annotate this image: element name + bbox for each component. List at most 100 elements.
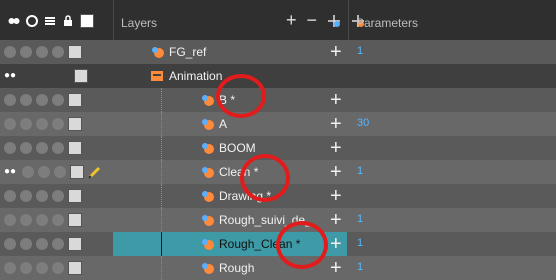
tree-line [161, 184, 162, 208]
drawing-layer-icon [202, 215, 214, 226]
layer-name-cell[interactable]: Drawing * [113, 184, 347, 208]
stack-icon[interactable] [36, 46, 48, 58]
stack-icon[interactable] [38, 166, 50, 178]
layer-name-cell[interactable]: Rough_suivi_de_ [113, 208, 347, 232]
layer-row[interactable]: B * + [0, 88, 556, 112]
add-function-icon[interactable]: + [330, 186, 342, 206]
animate-toggle-icon[interactable] [4, 262, 16, 274]
animate-toggle-icon[interactable] [4, 190, 16, 202]
layer-name-cell[interactable]: A [113, 112, 347, 136]
layer-controls [4, 213, 82, 227]
stack-icon[interactable] [36, 118, 48, 130]
stack-icon[interactable] [36, 94, 48, 106]
layer-name-cell[interactable]: Animation [113, 64, 347, 88]
visibility-toggle-icon[interactable] [20, 118, 32, 130]
layer-parameter: 1 [357, 261, 364, 273]
layer-controls: ●● [4, 165, 102, 179]
lock-icon[interactable] [52, 142, 64, 154]
animate-toggle-icon[interactable] [4, 94, 16, 106]
stack-icon[interactable] [36, 262, 48, 274]
animate-toggle-icon[interactable] [4, 142, 16, 154]
layer-row[interactable]: ●● Clean * + 1 [0, 160, 556, 184]
visibility-toggle-icon[interactable] [20, 46, 32, 58]
animate-toggle-icon[interactable] [4, 238, 16, 250]
animate-toggle-icon[interactable] [4, 118, 16, 130]
show-all-icon[interactable] [26, 15, 38, 27]
layer-name-cell[interactable]: Rough [113, 256, 347, 280]
add-function-icon[interactable]: + [330, 234, 342, 254]
add-peg-icon[interactable] [327, 14, 341, 28]
layer-color-swatch[interactable] [70, 165, 84, 179]
color-swatch-all[interactable] [80, 14, 94, 28]
layer-name: B * [219, 93, 236, 107]
add-function-icon[interactable]: + [330, 210, 342, 230]
stack-icon[interactable] [36, 190, 48, 202]
layer-color-swatch[interactable] [68, 189, 82, 203]
animate-toggle-icon[interactable]: ●● [4, 71, 18, 81]
layer-color-swatch[interactable] [68, 213, 82, 227]
lock-icon[interactable] [54, 166, 66, 178]
visibility-toggle-icon[interactable] [20, 214, 32, 226]
animate-toggle-icon[interactable]: ●● [4, 167, 18, 177]
lock-icon[interactable] [52, 94, 64, 106]
header-toggle-icons [8, 14, 94, 28]
visibility-toggle-icon[interactable] [20, 262, 32, 274]
layer-row[interactable]: Rough_suivi_de_ + 1 [0, 208, 556, 232]
lock-icon[interactable] [52, 118, 64, 130]
lock-icon[interactable] [52, 214, 64, 226]
layer-row[interactable]: Rough + 1 [0, 256, 556, 280]
layer-color-swatch[interactable] [68, 117, 82, 131]
layer-color-swatch[interactable] [68, 237, 82, 251]
layer-row[interactable]: FG_ref + 1 [0, 40, 556, 64]
layer-row[interactable]: A + 30 [0, 112, 556, 136]
animate-mode-icon[interactable] [8, 15, 20, 27]
layer-color-swatch[interactable] [68, 45, 82, 59]
lock-icon[interactable] [52, 238, 64, 250]
layer-parameter: 1 [357, 213, 364, 225]
stack-icon[interactable] [36, 214, 48, 226]
add-function-icon[interactable]: + [330, 258, 342, 278]
minus-icon[interactable]: − [307, 10, 318, 31]
layer-color-swatch[interactable] [74, 69, 88, 83]
drawing-layer-icon [202, 239, 214, 250]
layer-color-swatch[interactable] [68, 141, 82, 155]
lock-icon[interactable] [52, 262, 64, 274]
layer-stack-icon[interactable] [44, 15, 56, 27]
layer-name-cell[interactable]: BOOM [113, 136, 347, 160]
tree-line [161, 232, 162, 256]
drawing-layer-icon [202, 143, 214, 154]
animate-toggle-icon[interactable] [4, 46, 16, 58]
layer-name-cell[interactable]: B * [113, 88, 347, 112]
layer-color-swatch[interactable] [68, 261, 82, 275]
layer-row[interactable]: BOOM + [0, 136, 556, 160]
lock-icon[interactable] [52, 190, 64, 202]
add-function-icon[interactable]: + [330, 162, 342, 182]
lock-all-icon[interactable] [62, 15, 74, 27]
layer-tools: + − [286, 10, 365, 31]
layer-name: BOOM [219, 141, 256, 155]
visibility-toggle-icon[interactable] [20, 142, 32, 154]
layer-name-cell[interactable]: Clean * [113, 160, 347, 184]
animate-toggle-icon[interactable] [4, 214, 16, 226]
layer-row-group[interactable]: ●● Animation [0, 64, 556, 88]
header-divider [113, 0, 114, 40]
stack-icon[interactable] [36, 238, 48, 250]
visibility-toggle-icon[interactable] [20, 238, 32, 250]
lock-icon[interactable] [52, 46, 64, 58]
layer-name-cell[interactable]: FG_ref [113, 40, 347, 64]
add-function-icon[interactable]: + [330, 138, 342, 158]
layer-color-swatch[interactable] [68, 93, 82, 107]
layer-row[interactable]: Drawing * + [0, 184, 556, 208]
add-function-icon[interactable]: + [330, 42, 342, 62]
stack-icon[interactable] [36, 142, 48, 154]
visibility-toggle-icon[interactable] [20, 190, 32, 202]
layer-name-cell[interactable]: Rough_Clean * [113, 232, 347, 256]
visibility-toggle-icon[interactable] [20, 94, 32, 106]
layer-row-selected[interactable]: Rough_Clean * + 1 [0, 232, 556, 256]
plus-icon[interactable]: + [286, 10, 297, 31]
header-divider-params [348, 0, 349, 40]
add-function-icon[interactable]: + [330, 114, 342, 134]
add-function-icon[interactable]: + [330, 90, 342, 110]
drawing-layer-icon [202, 263, 214, 274]
visibility-toggle-icon[interactable] [22, 166, 34, 178]
